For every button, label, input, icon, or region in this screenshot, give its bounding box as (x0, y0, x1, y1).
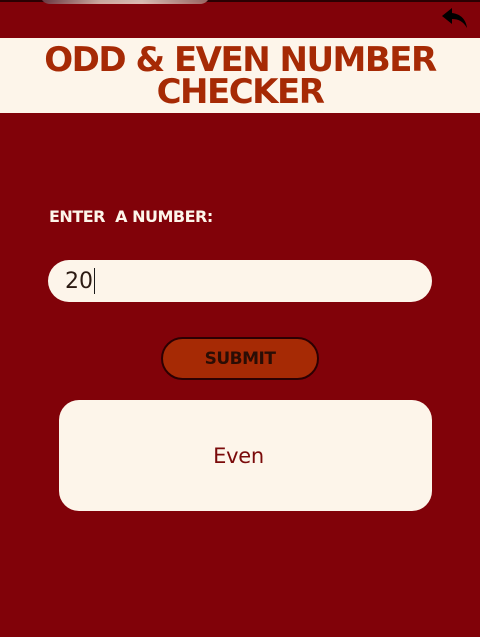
top-bar (0, 0, 480, 38)
header-photo (40, 0, 210, 4)
page-title: ODD & EVEN NUMBER CHECKER (44, 39, 437, 112)
number-input[interactable]: 20 (48, 260, 432, 302)
text-caret (94, 268, 95, 294)
back-button[interactable] (440, 4, 470, 32)
result-panel: Even (59, 400, 432, 511)
result-text: Even (213, 443, 264, 468)
title-bar: ODD & EVEN NUMBER CHECKER (0, 38, 480, 113)
number-label: ENTER A NUMBER: (49, 207, 213, 226)
reply-arrow-icon (442, 8, 467, 28)
submit-button[interactable]: SUBMIT (161, 337, 319, 380)
number-input-value: 20 (65, 268, 93, 294)
